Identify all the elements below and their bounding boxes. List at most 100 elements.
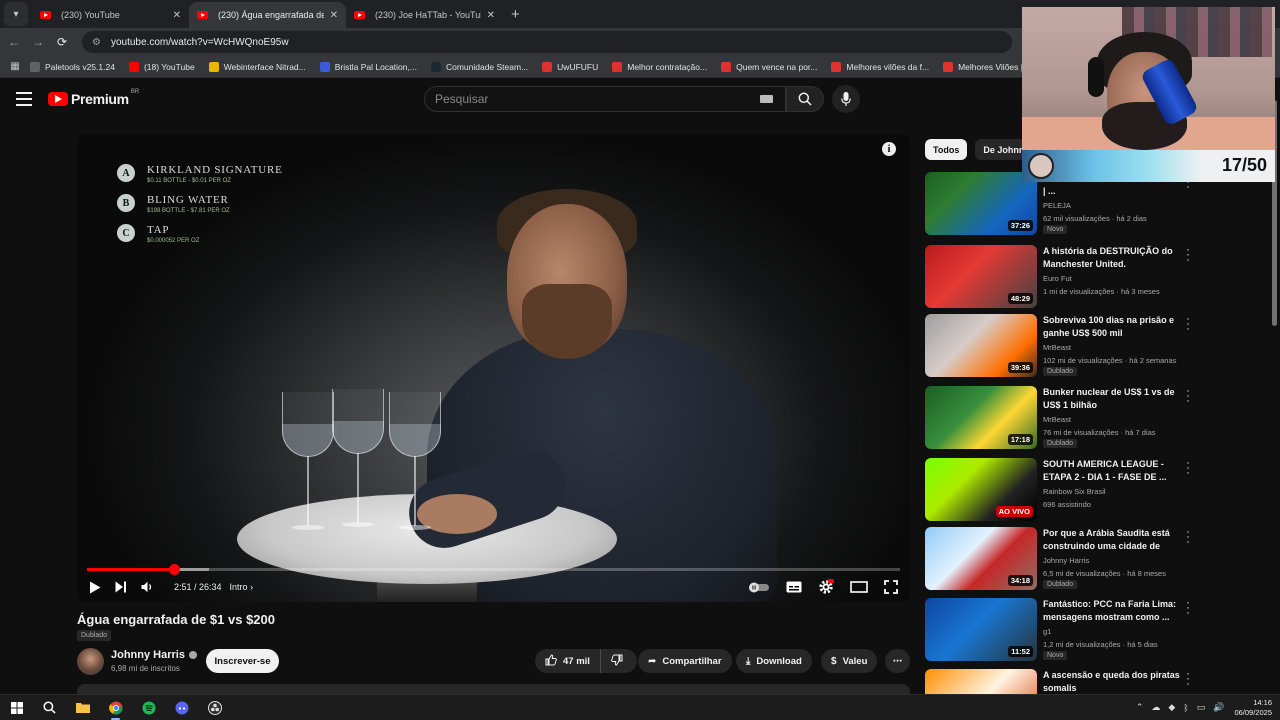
bluetooth-icon[interactable]: ᛒ (1183, 703, 1188, 713)
bookmark-item[interactable]: Melhores vilões da f... (831, 61, 929, 72)
more-actions-button[interactable]: ⋯ (885, 649, 910, 673)
bookmark-item[interactable]: UwUFUFU (542, 61, 598, 72)
taskbar-clock[interactable]: 14:16 06/09/2025 (1234, 698, 1272, 718)
channel-name[interactable]: Johnny Harris (111, 649, 197, 661)
recommended-video[interactable]: 34:18 Por que a Arábia Saudita está const… (925, 527, 1200, 591)
site-info-icon[interactable]: ⚙ (92, 37, 101, 48)
recommended-title[interactable]: A história da DESTRUIÇÃO do Manchester U… (1043, 245, 1181, 270)
start-button[interactable] (0, 695, 33, 720)
tray-chevron-icon[interactable]: ⌃ (1136, 702, 1144, 713)
bookmark-item[interactable]: Bristla Pal Location,... (319, 61, 417, 72)
like-button[interactable]: 47 mil (535, 649, 601, 673)
recommended-title[interactable]: Bunker nuclear de US$ 1 vs de US$ 1 bilh… (1043, 386, 1181, 411)
recommended-video[interactable]: AO VIVO SOUTH AMERICA LEAGUE - ETAPA 2 - … (925, 458, 1200, 522)
recommended-title[interactable]: Por que a Arábia Saudita está construind… (1043, 527, 1181, 552)
search-button[interactable] (786, 86, 824, 112)
search-input[interactable] (425, 87, 745, 111)
thanks-button[interactable]: $ Valeu (821, 649, 878, 673)
app-tray-icon[interactable]: ◆ (1168, 702, 1175, 713)
taskbar-search-button[interactable] (33, 695, 66, 720)
share-button[interactable]: ➦ Compartilhar (638, 649, 732, 673)
keyboard-icon[interactable] (760, 95, 773, 103)
mute-button[interactable] (141, 577, 154, 597)
network-icon[interactable]: ▭ (1197, 702, 1206, 713)
new-tab-button[interactable]: + (511, 6, 520, 23)
obs-taskbar-button[interactable] (198, 695, 231, 720)
chrome-taskbar-button[interactable] (99, 695, 132, 720)
play-button[interactable] (89, 577, 101, 597)
fullscreen-button[interactable] (884, 577, 898, 597)
close-tab-icon[interactable]: ✕ (330, 10, 338, 21)
more-vertical-icon[interactable]: ··· (1183, 669, 1193, 690)
close-tab-icon[interactable]: ✕ (487, 10, 495, 21)
bookmark-item[interactable]: Comunidade Steam... (430, 61, 528, 72)
recommended-channel[interactable]: Euro Fut (1043, 274, 1072, 283)
recommended-video[interactable]: 11:52 Fantástico: PCC na Faria Lima: mens… (925, 598, 1200, 662)
chapter-button[interactable]: Intro › (230, 582, 254, 592)
video-thumbnail[interactable]: 11:52 (925, 598, 1037, 661)
autoplay-toggle[interactable] (748, 577, 770, 597)
more-vertical-icon[interactable]: ··· (1183, 598, 1193, 619)
menu-icon[interactable] (16, 92, 32, 106)
more-vertical-icon[interactable]: ··· (1183, 245, 1193, 266)
more-vertical-icon[interactable]: ··· (1183, 458, 1193, 479)
video-player[interactable]: A KIRKLAND SIGNATURE $0.11 BOTTLE - $0.01 … (77, 134, 910, 602)
video-thumbnail[interactable]: 37:26 (925, 172, 1037, 235)
forward-button[interactable]: → (26, 35, 50, 49)
video-thumbnail[interactable]: 34:18 (925, 527, 1037, 590)
download-button[interactable]: ⤓ Download (736, 649, 812, 673)
youtube-premium-logo[interactable]: Premium BR (48, 89, 139, 107)
spotify-taskbar-button[interactable] (132, 695, 165, 720)
recommended-title[interactable]: Fantástico: PCC na Faria Lima: mensagens… (1043, 598, 1181, 623)
browser-tab[interactable]: (230) Água engarrafada de $1 vs ✕ (189, 2, 346, 28)
recommended-video[interactable]: 17:18 Bunker nuclear de US$ 1 vs de US$ 1… (925, 386, 1200, 450)
video-thumbnail[interactable]: AO VIVO (925, 458, 1037, 521)
more-vertical-icon[interactable]: ··· (1183, 386, 1193, 407)
recommended-title[interactable]: SOUTH AMERICA LEAGUE - ETAPA 2 - DIA 1 -… (1043, 458, 1181, 483)
dislike-button[interactable] (601, 649, 633, 673)
page-scrollbar[interactable] (1271, 90, 1278, 720)
video-thumbnail[interactable]: 39:36 (925, 314, 1037, 377)
bookmark-item[interactable]: Webinterface Nitrad... (208, 61, 306, 72)
recommended-channel[interactable]: MrBeast (1043, 343, 1071, 352)
info-icon[interactable]: i (882, 142, 896, 156)
voice-search-button[interactable] (832, 85, 860, 113)
more-vertical-icon[interactable]: ··· (1183, 527, 1193, 548)
recommended-title[interactable]: A ascensão e queda dos piratas somalis (1043, 669, 1181, 694)
recommended-channel[interactable]: MrBeast (1043, 415, 1071, 424)
reload-button[interactable]: ⟳ (50, 35, 74, 49)
recommended-video[interactable]: 39:36 Sobreviva 100 dias na prisão e ganh… (925, 314, 1200, 378)
progress-bar[interactable] (87, 564, 900, 575)
bookmark-item[interactable]: Melhor contratação... (612, 61, 707, 72)
browser-tab[interactable]: (230) YouTube ✕ (32, 2, 189, 28)
apps-grid-icon[interactable]: ▦ (0, 61, 30, 72)
bookmark-item[interactable]: Paletools v25.1.24 (30, 61, 115, 72)
more-vertical-icon[interactable]: ··· (1183, 314, 1193, 335)
filter-chip[interactable]: Todos (925, 139, 968, 160)
recommended-video[interactable]: 48:29 A história da DESTRUIÇÃO do Manches… (925, 245, 1200, 309)
bookmark-item[interactable]: (18) YouTube (128, 61, 195, 72)
discord-taskbar-button[interactable] (165, 695, 198, 720)
onedrive-icon[interactable]: ☁ (1151, 702, 1160, 713)
next-button[interactable] (115, 577, 127, 597)
recommended-channel[interactable]: Rainbow Six Brasil (1043, 487, 1106, 496)
recommended-channel[interactable]: Johnny Harris (1043, 556, 1089, 565)
file-explorer-button[interactable] (66, 695, 99, 720)
recommended-title[interactable]: Sobreviva 100 dias na prisão e ganhe US$… (1043, 314, 1181, 339)
volume-icon[interactable]: 🔊 (1213, 702, 1224, 713)
browser-tab[interactable]: (230) Joe HaTTab - YouTube ✕ (346, 2, 503, 28)
channel-avatar[interactable] (77, 648, 104, 675)
bookmark-item[interactable]: Quem vence na por... (721, 61, 817, 72)
back-button[interactable]: ← (2, 35, 26, 49)
address-bar[interactable]: ⚙ youtube.com/watch?v=WcHWQnoE95w (82, 31, 1012, 53)
video-thumbnail[interactable]: 17:18 (925, 386, 1037, 449)
subscribe-button[interactable]: Inscrever-se (206, 649, 279, 673)
tab-search-button[interactable]: ▾ (4, 2, 28, 26)
recommended-channel[interactable]: PELEJA (1043, 201, 1071, 210)
recommended-channel[interactable]: g1 (1043, 627, 1051, 636)
settings-button[interactable] (818, 577, 834, 597)
video-thumbnail[interactable]: 48:29 (925, 245, 1037, 308)
close-tab-icon[interactable]: ✕ (173, 10, 181, 21)
subtitles-button[interactable] (786, 577, 802, 597)
theater-mode-button[interactable] (850, 577, 868, 597)
